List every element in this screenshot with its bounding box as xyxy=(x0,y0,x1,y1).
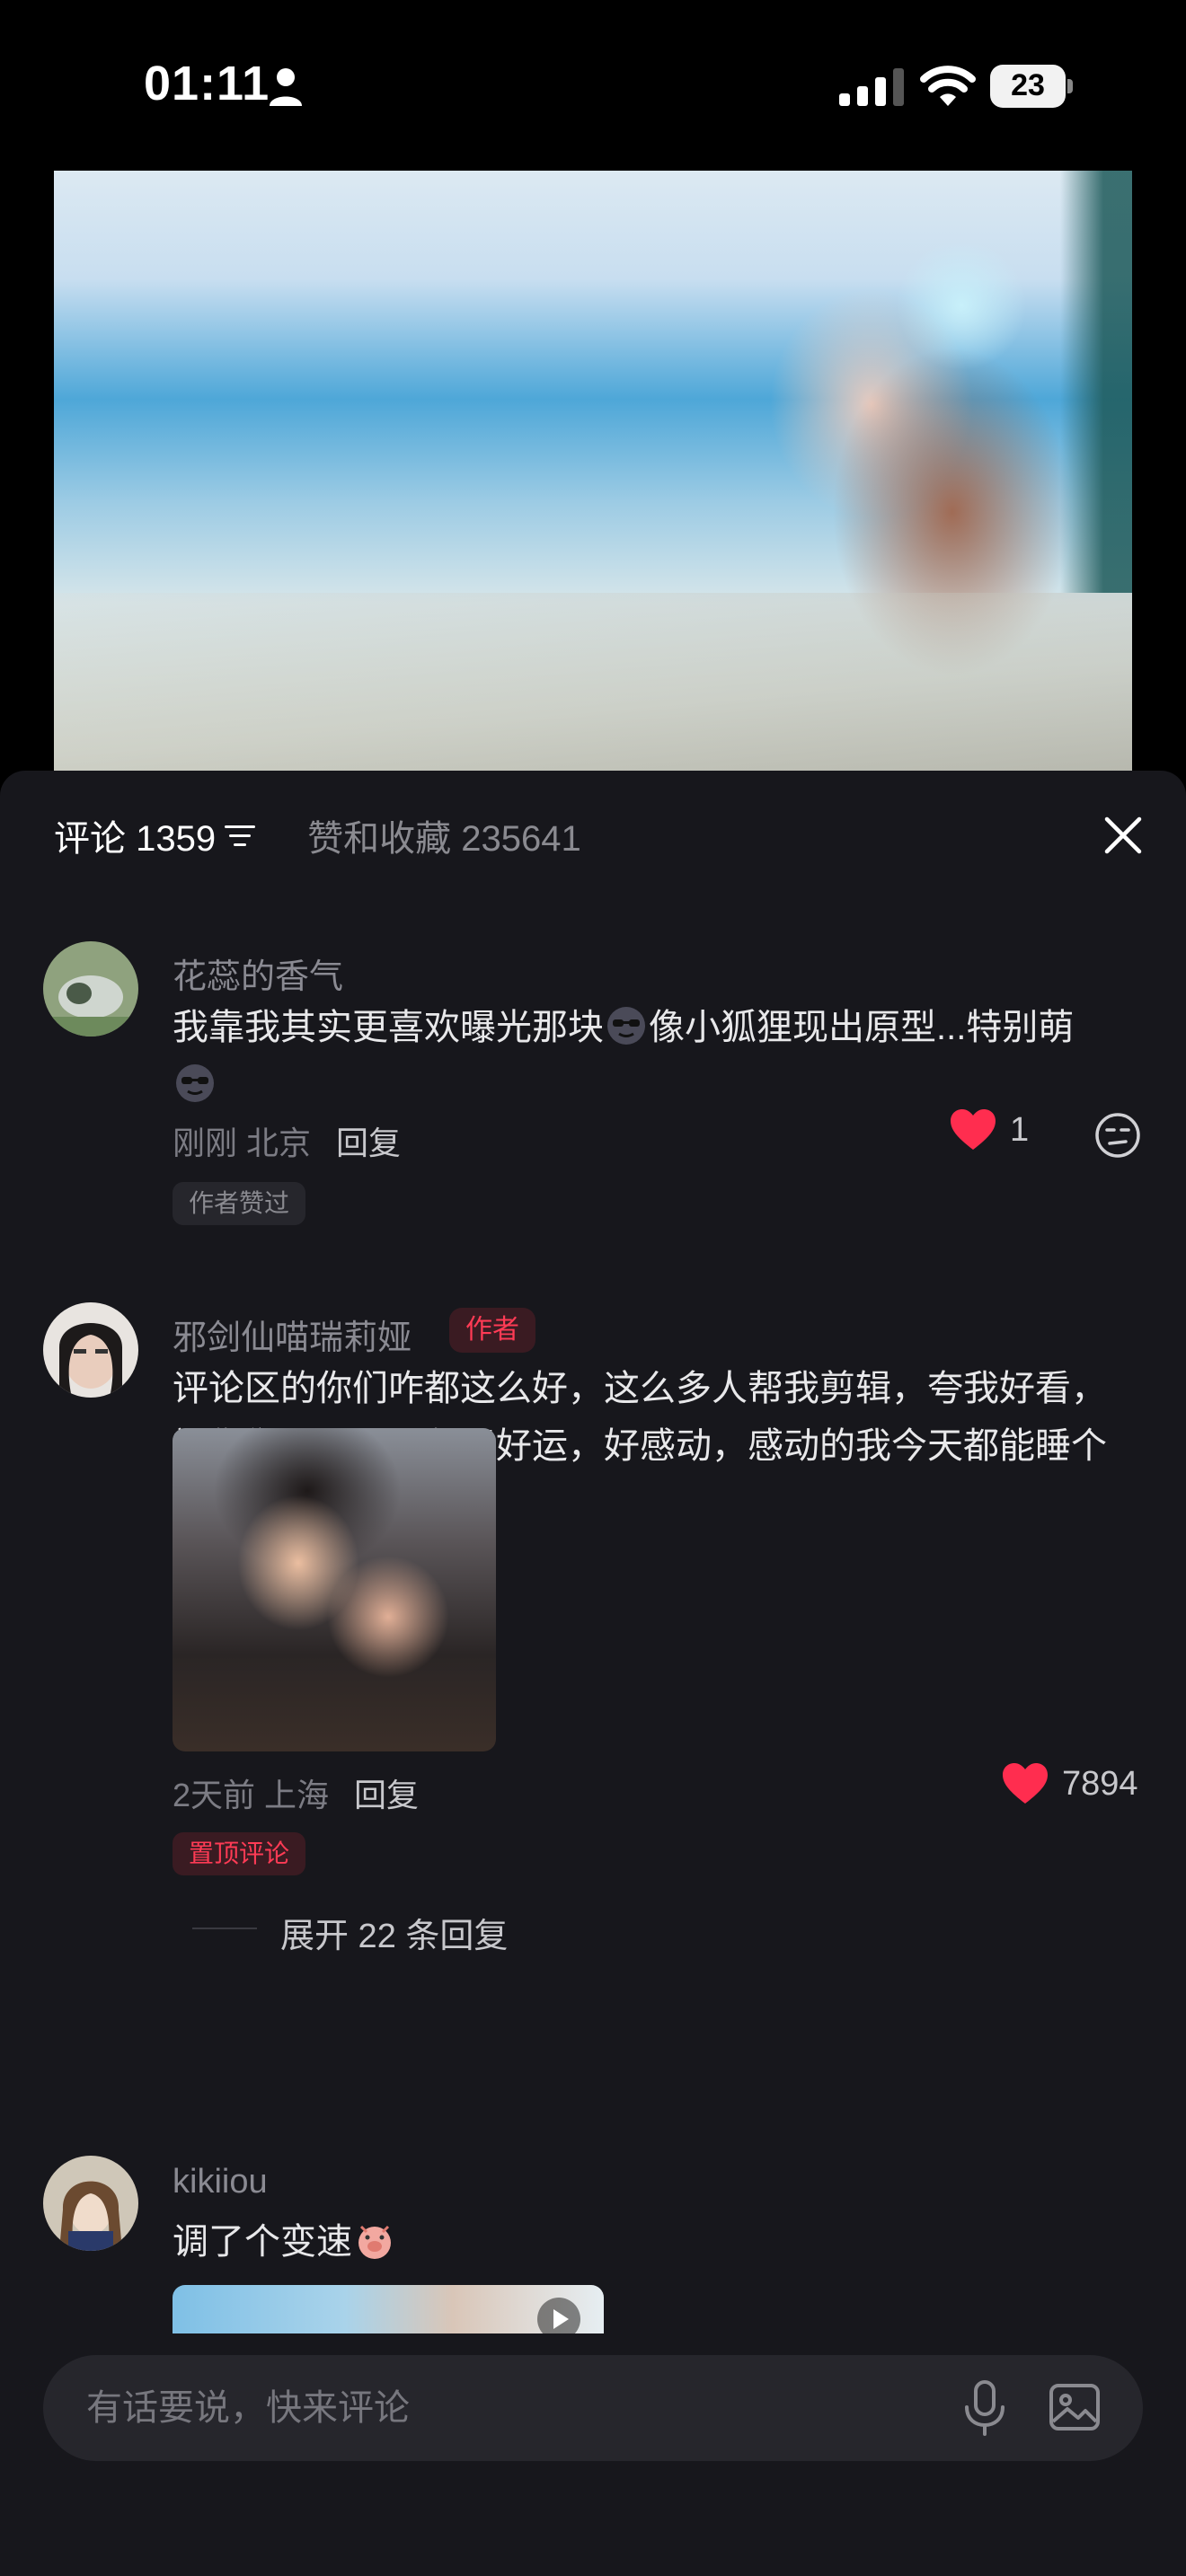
reply-button[interactable]: 回复 xyxy=(354,1777,419,1813)
avatar[interactable] xyxy=(43,941,138,1037)
comments-tabs: 评论 1359 赞和收藏 235641 xyxy=(54,808,581,862)
comment-meta: 刚刚 北京 回复 xyxy=(173,1117,401,1164)
cellular-signal-icon xyxy=(839,68,904,106)
comment-text-part: 像小狐狸现出原型...特别萌 xyxy=(649,1008,1075,1047)
comment-input[interactable]: 有话要说，快来评论 xyxy=(43,2355,1143,2461)
comment-image[interactable] xyxy=(173,1428,496,1751)
sort-filter-icon[interactable] xyxy=(225,822,256,849)
battery-cap xyxy=(1067,79,1073,93)
tab-likes-collections[interactable]: 赞和收藏 235641 xyxy=(307,809,581,861)
video-player[interactable] xyxy=(54,171,1132,772)
heart-icon xyxy=(951,1109,996,1150)
comment-input-placeholder: 有话要说，快来评论 xyxy=(86,2388,410,2428)
comment-text-part: 我靠我其实更喜欢曝光那块 xyxy=(173,1008,604,1047)
status-bar: 01:11 23 xyxy=(0,0,1186,171)
author-liked-tag: 作者赞过 xyxy=(173,1182,306,1225)
avatar[interactable] xyxy=(43,2156,138,2251)
avatar-image xyxy=(43,1302,138,1398)
comments-sheet: 评论 1359 赞和收藏 235641 花蕊的香气 我靠我其实更喜欢曝光那块 像小… xyxy=(0,771,1186,2576)
pinned-comment-tag: 置顶评论 xyxy=(173,1832,306,1875)
sunglasses-emoji-icon xyxy=(176,1064,214,1102)
avatar[interactable] xyxy=(43,1302,138,1398)
expand-replies-button[interactable]: 展开 22 条回复 xyxy=(280,1908,508,1957)
comment-meta: 2天前 上海 回复 xyxy=(173,1769,419,1816)
status-time: 01:11 xyxy=(144,57,270,110)
expand-divider xyxy=(192,1928,257,1929)
comment-text: 我靠我其实更喜欢曝光那块 像小狐狸现出原型...特别萌 xyxy=(173,999,1125,1114)
play-icon xyxy=(537,2298,580,2339)
battery-level: 23 xyxy=(1011,68,1045,102)
like-count: 1 xyxy=(1010,1110,1030,1149)
reply-button[interactable]: 回复 xyxy=(336,1125,401,1161)
microphone-icon[interactable] xyxy=(960,2380,1010,2436)
comment-username[interactable]: 邪剑仙喵瑞莉娅 xyxy=(173,1310,412,1359)
video-railing xyxy=(54,593,1132,772)
comment-video-thumbnail[interactable] xyxy=(173,2285,604,2339)
tab-comments[interactable]: 评论 1359 xyxy=(54,809,216,861)
comment-username[interactable]: 花蕊的香气 xyxy=(173,948,343,998)
like-count: 7894 xyxy=(1062,1764,1138,1803)
video-scenery xyxy=(1060,171,1132,593)
comment-username[interactable]: kikiiou xyxy=(173,2163,268,2201)
person-icon xyxy=(270,68,302,106)
list-fade xyxy=(0,2333,1186,2342)
unamused-emoji-icon[interactable] xyxy=(1094,1112,1141,1159)
avatar-image xyxy=(43,2156,138,2251)
like-button[interactable]: 1 xyxy=(949,1108,1029,1151)
sunglasses-emoji-icon xyxy=(607,1007,645,1045)
battery-indicator: 23 xyxy=(990,65,1073,108)
pig-emoji-icon xyxy=(358,2225,391,2259)
wifi-icon xyxy=(920,66,976,106)
home-indicator-area xyxy=(0,2461,1186,2576)
comment-time-location: 刚刚 北京 xyxy=(173,1125,312,1161)
like-button[interactable]: 7894 xyxy=(1001,1762,1138,1805)
heart-icon xyxy=(1003,1763,1048,1804)
comment-time-location: 2天前 上海 xyxy=(173,1777,330,1813)
author-badge: 作者 xyxy=(449,1308,535,1353)
avatar-image xyxy=(43,941,138,1037)
close-icon[interactable] xyxy=(1098,810,1148,860)
comment-text-body: 调了个变速 xyxy=(173,2222,352,2262)
comment-text: 调了个变速 xyxy=(173,2213,1125,2271)
image-icon[interactable] xyxy=(1048,2380,1102,2434)
